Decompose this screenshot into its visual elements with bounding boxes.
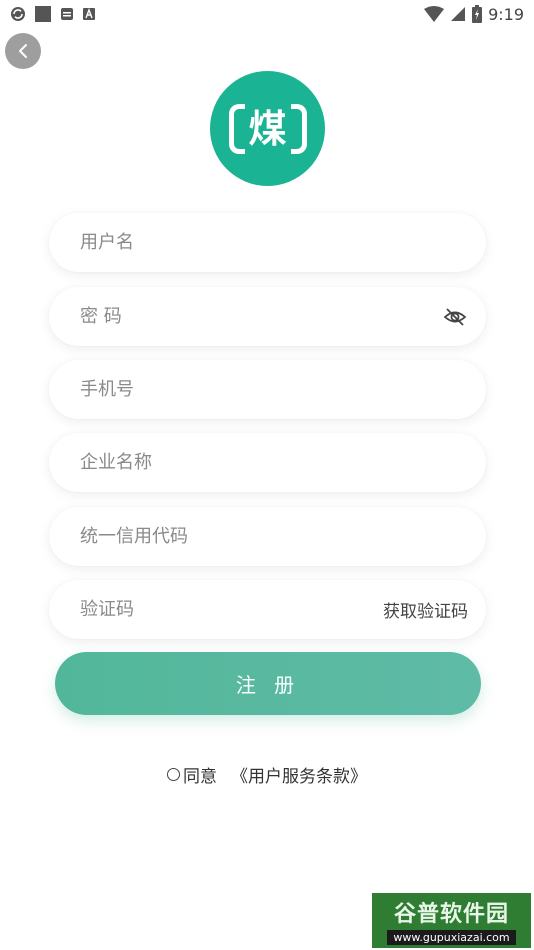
agree-radio[interactable]: [167, 768, 180, 781]
square-app-icon: [34, 5, 52, 23]
register-screen: 9:19 煤 用户名 手机号 企业名称 统一信用代码 验证码 获取验证码 注 册…: [0, 0, 534, 950]
get-code-button[interactable]: 获取验证码: [383, 597, 468, 622]
back-button[interactable]: [5, 33, 41, 69]
chevron-left-icon: [16, 43, 30, 59]
status-bar: 9:19: [0, 0, 534, 28]
credit-code-field: [49, 507, 486, 566]
verify-code-field: 获取验证码: [49, 580, 486, 639]
company-name-input[interactable]: [80, 452, 468, 473]
logo-mark: 煤: [228, 103, 307, 154]
phone-input[interactable]: [80, 379, 468, 400]
verify-code-input[interactable]: [80, 599, 383, 620]
register-button[interactable]: 注 册: [55, 652, 481, 715]
phone-field: [49, 360, 486, 419]
font-app-icon: [82, 7, 96, 21]
wifi-icon: [424, 6, 445, 22]
cellular-signal-icon: [450, 6, 466, 22]
sync-icon: [10, 6, 26, 22]
status-time: 9:19: [488, 4, 524, 24]
company-name-field: [49, 433, 486, 492]
status-left: [10, 5, 96, 23]
logo-bracket-right: [290, 103, 307, 154]
status-right: 9:19: [424, 5, 524, 24]
message-icon: [60, 7, 74, 21]
watermark-logo: 谷普软件园 www.gupuxiazai.com: [372, 893, 531, 948]
eye-off-icon[interactable]: [442, 304, 468, 330]
username-input[interactable]: [80, 232, 468, 253]
password-input[interactable]: [80, 306, 442, 327]
password-field: [49, 287, 486, 346]
username-field: [49, 213, 486, 272]
logo-text: 煤: [248, 106, 287, 151]
watermark-url: www.gupuxiazai.com: [387, 930, 516, 945]
logo-bracket-left: [228, 103, 245, 154]
credit-code-input[interactable]: [80, 526, 468, 547]
terms-link[interactable]: 《用户服务条款》: [231, 762, 367, 787]
agree-text[interactable]: 同意: [183, 762, 217, 787]
app-logo: 煤: [210, 71, 325, 186]
watermark-title: 谷普软件园: [393, 902, 509, 927]
battery-charging-icon: [472, 5, 483, 23]
agreement-row: 同意 《用户服务条款》: [0, 762, 534, 787]
